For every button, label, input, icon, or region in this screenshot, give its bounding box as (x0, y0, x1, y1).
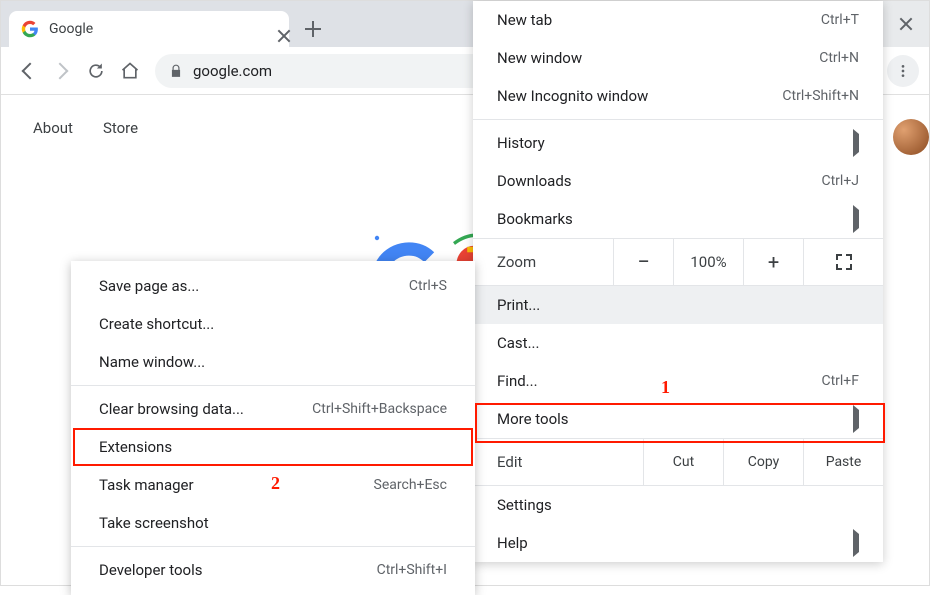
profile-avatar[interactable] (893, 119, 929, 155)
menu-new-tab[interactable]: New tabCtrl+T (473, 1, 883, 39)
menu-find[interactable]: Find...Ctrl+F (473, 362, 883, 400)
chevron-right-icon (853, 529, 859, 557)
chevron-right-icon (853, 129, 859, 157)
nav-about[interactable]: About (33, 119, 73, 137)
tab-title: Google (49, 21, 93, 37)
lock-icon (169, 64, 183, 78)
menu-history[interactable]: History (473, 124, 883, 162)
submenu-screenshot[interactable]: Take screenshot (71, 504, 475, 542)
nav-store[interactable]: Store (103, 119, 138, 137)
kebab-icon (895, 63, 911, 79)
browser-tab[interactable]: Google (9, 11, 289, 47)
edit-label: Edit (473, 439, 643, 485)
new-tab-button[interactable] (299, 15, 327, 43)
menu-incognito[interactable]: New Incognito windowCtrl+Shift+N (473, 77, 883, 115)
submenu-name-window[interactable]: Name window... (71, 343, 475, 381)
reload-button[interactable] (79, 54, 113, 88)
menu-settings[interactable]: Settings (473, 486, 883, 524)
edit-paste[interactable]: Paste (803, 439, 883, 485)
menu-separator (71, 385, 475, 386)
forward-button[interactable] (45, 54, 79, 88)
submenu-create-shortcut[interactable]: Create shortcut... (71, 305, 475, 343)
menu-downloads[interactable]: DownloadsCtrl+J (473, 162, 883, 200)
menu-zoom-row: Zoom − 100% + (473, 238, 883, 286)
annotation-label-1: 1 (661, 377, 670, 398)
menu-separator (473, 119, 883, 120)
plus-icon (305, 21, 321, 37)
address-text: google.com (193, 62, 272, 80)
zoom-value: 100% (673, 239, 743, 285)
arrow-right-icon (52, 62, 69, 79)
menu-edit-row: Edit Cut Copy Paste (473, 438, 883, 486)
home-button[interactable] (113, 54, 147, 88)
edit-cut[interactable]: Cut (643, 439, 723, 485)
more-tools-submenu: Save page as...Ctrl+S Create shortcut...… (71, 261, 475, 595)
zoom-in-button[interactable]: + (743, 239, 803, 285)
arrow-left-icon (22, 62, 39, 79)
zoom-out-button[interactable]: − (613, 239, 673, 285)
submenu-save-page[interactable]: Save page as...Ctrl+S (71, 267, 475, 305)
window-close-button[interactable] (883, 1, 929, 47)
submenu-clear-data[interactable]: Clear browsing data...Ctrl+Shift+Backspa… (71, 390, 475, 428)
reload-icon (86, 61, 106, 81)
browser-menu-button[interactable] (887, 55, 919, 87)
menu-more-tools[interactable]: More tools (473, 400, 883, 438)
chevron-right-icon (853, 205, 859, 233)
home-icon (120, 61, 140, 81)
fullscreen-icon (836, 254, 852, 270)
chevron-right-icon (853, 405, 859, 433)
submenu-dev-tools[interactable]: Developer toolsCtrl+Shift+I (71, 551, 475, 589)
menu-new-window[interactable]: New windowCtrl+N (473, 39, 883, 77)
annotation-label-2: 2 (271, 473, 280, 494)
menu-help[interactable]: Help (473, 524, 883, 562)
menu-cast[interactable]: Cast... (473, 324, 883, 362)
submenu-extensions[interactable]: Extensions (71, 428, 475, 466)
browser-main-menu: New tabCtrl+T New windowCtrl+N New Incog… (473, 1, 883, 562)
edit-copy[interactable]: Copy (723, 439, 803, 485)
menu-separator (71, 546, 475, 547)
fullscreen-button[interactable] (803, 239, 883, 285)
close-icon (899, 17, 913, 31)
google-favicon (21, 20, 39, 38)
menu-print[interactable]: Print... (473, 286, 883, 324)
menu-bookmarks[interactable]: Bookmarks (473, 200, 883, 238)
back-button[interactable] (11, 54, 45, 88)
zoom-label: Zoom (473, 239, 613, 285)
